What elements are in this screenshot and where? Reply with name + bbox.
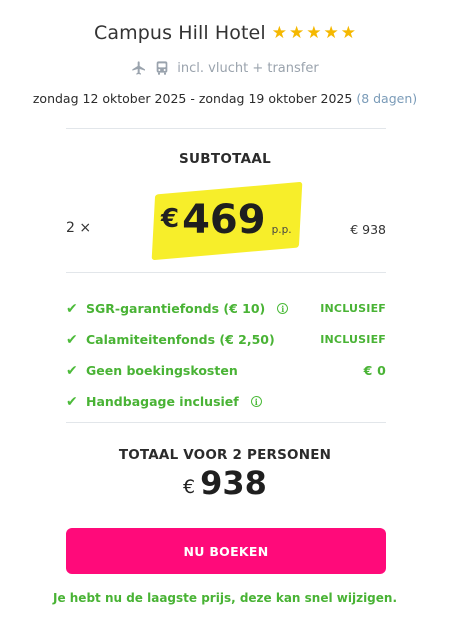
transport-info: incl. vlucht + transfer xyxy=(0,60,450,76)
total-price: € 938 xyxy=(0,464,450,502)
divider xyxy=(66,128,386,129)
star-icon: ★ xyxy=(306,22,322,43)
lowest-price-notice: Je hebt nu de laagste prijs, deze kan sn… xyxy=(52,591,398,605)
hotel-rating: ★ ★ ★ ★ ★ xyxy=(271,22,356,43)
star-icon: ★ xyxy=(323,22,339,43)
travel-dates: zondag 12 oktober 2025 - zondag 19 oktob… xyxy=(0,91,450,106)
included-features: ✔ SGR-garantiefonds (€ 10) i INCLUSIEF ✔… xyxy=(66,293,386,417)
hotel-name: Campus Hill Hotel xyxy=(94,22,266,44)
feature-value: INCLUSIEF xyxy=(320,333,386,346)
star-icon: ★ xyxy=(288,22,305,43)
subtotal-amount: € 938 xyxy=(350,222,386,237)
quantity-label: 2 × xyxy=(66,220,92,236)
feature-hand-luggage: ✔ Handbagage inclusief i xyxy=(66,386,386,417)
feature-label: Geen boekingskosten xyxy=(86,363,238,378)
star-icon: ★ xyxy=(340,22,356,43)
feature-sgr: ✔ SGR-garantiefonds (€ 10) i INCLUSIEF xyxy=(66,293,386,324)
divider xyxy=(66,422,386,423)
price-per-person: € 469 p.p. xyxy=(161,200,292,240)
check-icon: ✔ xyxy=(66,331,78,348)
feature-value: € 0 xyxy=(363,363,386,378)
currency-symbol: € xyxy=(161,204,180,234)
feature-calamiteiten: ✔ Calamiteitenfonds (€ 2,50) INCLUSIEF xyxy=(66,324,386,355)
feature-label: Handbagage inclusief xyxy=(86,394,239,409)
info-icon[interactable]: i xyxy=(277,303,289,314)
divider xyxy=(66,272,386,273)
plane-icon xyxy=(131,60,147,76)
check-icon: ✔ xyxy=(66,362,78,379)
star-icon: ★ xyxy=(271,22,287,43)
feature-label: SGR-garantiefonds (€ 10) xyxy=(86,301,266,316)
price-amount: 469 xyxy=(182,197,266,243)
info-icon[interactable]: i xyxy=(250,396,262,407)
bus-icon xyxy=(155,60,169,76)
currency-symbol: € xyxy=(183,476,196,499)
transport-label: incl. vlucht + transfer xyxy=(177,60,319,76)
total-amount: 938 xyxy=(200,464,267,502)
feature-booking-costs: ✔ Geen boekingskosten € 0 xyxy=(66,355,386,386)
hotel-header: Campus Hill Hotel ★ ★ ★ ★ ★ xyxy=(0,22,450,44)
total-title: TOTAAL VOOR 2 PERSONEN xyxy=(118,447,332,463)
check-icon: ✔ xyxy=(66,300,78,317)
per-person-label: p.p. xyxy=(271,224,292,236)
date-range: zondag 12 oktober 2025 - zondag 19 oktob… xyxy=(32,91,353,106)
subtotal-title: SUBTOTAAL xyxy=(178,151,272,167)
feature-label: Calamiteitenfonds (€ 2,50) xyxy=(86,332,275,347)
price-row: 2 × € 469 p.p. € 938 xyxy=(66,178,386,268)
check-icon: ✔ xyxy=(66,393,78,410)
feature-value: INCLUSIEF xyxy=(320,302,386,315)
duration-label: (8 dagen) xyxy=(356,91,418,106)
book-now-button[interactable]: NU BOEKEN xyxy=(66,528,386,574)
